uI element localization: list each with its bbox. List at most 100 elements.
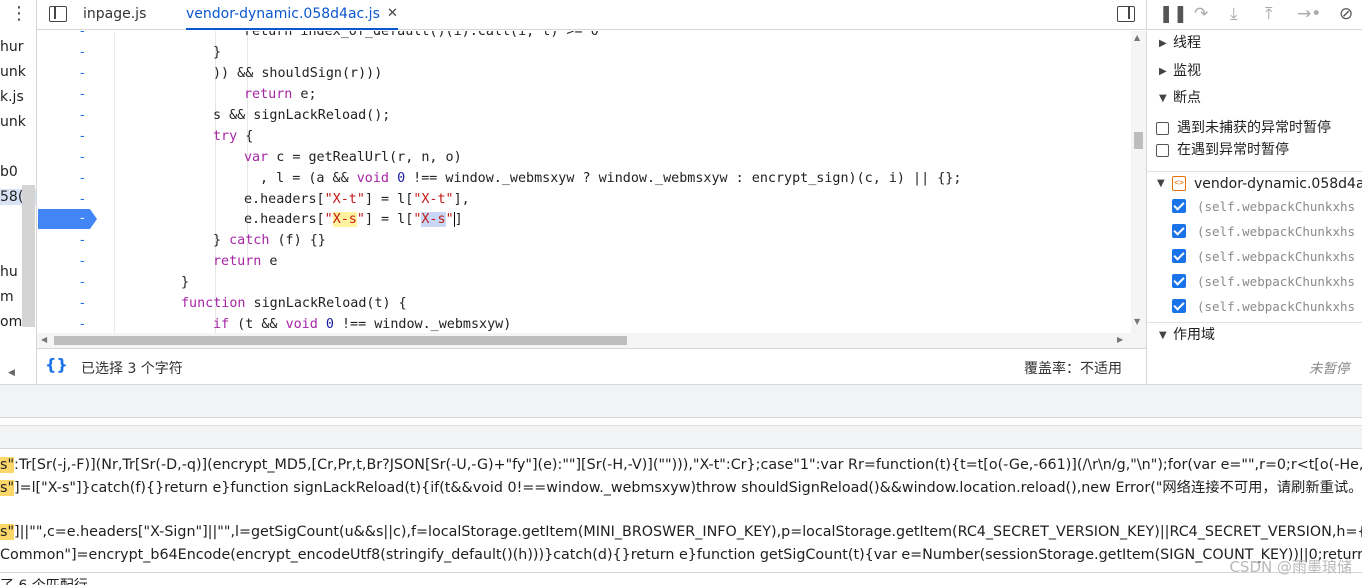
pause-caught-option[interactable]: 在遇到异常时暂停	[1147, 139, 1362, 161]
collapse-icon: ▼	[1157, 178, 1165, 189]
file-item[interactable]: hu	[0, 264, 18, 280]
pause-resume-icon[interactable]: ❚❚	[1159, 3, 1188, 25]
line-marker[interactable]: -	[80, 105, 85, 126]
file-item[interactable]: unk	[0, 114, 26, 130]
search-result-line[interactable]: s"]=l["X-s"]}catch(f){}return e}function…	[0, 477, 1362, 499]
code-line-breakpoint: e.headers["X-s"] = l["X-s"]	[244, 212, 463, 227]
breakpoint-entry[interactable]: (self.webpackChunkxhs	[1147, 219, 1362, 244]
editor-vertical-scrollbar[interactable]: ▲ ▼	[1131, 31, 1146, 333]
code-line: var c = getRealUrl(r, n, o)	[244, 150, 462, 165]
checked-checkbox[interactable]	[1172, 199, 1186, 213]
editor-tab-bar: inpage.js vendor-dynamic.058d4ac.js ✕	[37, 0, 1146, 30]
search-result-line[interactable]: s":Tr[Sr(-j,-F)](Nr,Tr[Sr(-D,-q)](encryp…	[0, 454, 1362, 476]
scroll-left-arrow-icon[interactable]: ◀	[8, 368, 15, 378]
pretty-print-icon[interactable]: {}	[45, 355, 68, 374]
deactivate-breakpoints-icon[interactable]: ⊘	[1339, 3, 1353, 25]
line-marker[interactable]: -	[80, 314, 85, 333]
scroll-thumb[interactable]	[54, 336, 627, 345]
code-line: return e;	[244, 87, 317, 102]
tab-vendor-dynamic[interactable]: vendor-dynamic.058d4ac.js ✕	[186, 0, 398, 30]
line-marker[interactable]: -	[80, 230, 85, 251]
line-marker[interactable]: -	[80, 147, 85, 168]
step-out-icon[interactable]: ⤒	[1265, 3, 1273, 25]
file-item[interactable]: k.js	[0, 89, 24, 105]
code-line: )) && shouldSign(r)))	[213, 66, 383, 81]
code-line: s && signLackReload();	[213, 108, 391, 123]
step-icon[interactable]: →•	[1297, 3, 1321, 25]
close-icon[interactable]: ✕	[387, 0, 398, 28]
line-marker[interactable]: -	[80, 63, 85, 84]
breakpoint-entry[interactable]: (self.webpackChunkxhs	[1147, 194, 1362, 219]
section-threads[interactable]: ▶ 线程	[1147, 31, 1362, 56]
file-item[interactable]: hur	[0, 39, 24, 55]
checked-checkbox[interactable]	[1172, 224, 1186, 238]
editor-horizontal-scrollbar[interactable]: ◀ ▶	[37, 333, 1146, 348]
section-watch[interactable]: ▶ 监视	[1147, 59, 1362, 84]
file-item[interactable]: om	[0, 314, 22, 330]
search-toolbar	[0, 425, 1362, 449]
tab-label: vendor-dynamic.058d4ac.js	[186, 6, 380, 22]
scroll-down-icon[interactable]: ▼	[1134, 317, 1140, 326]
pause-uncaught-option[interactable]: 遇到未捕获的异常时暂停	[1147, 117, 1362, 139]
search-result-line[interactable]: s"]||"",c=e.headers["X-Sign"]||"",l=getS…	[0, 521, 1362, 543]
search-summary: 了 6 个匹配行	[0, 572, 1362, 585]
checkbox[interactable]	[1156, 122, 1169, 135]
file-item[interactable]: m	[0, 289, 14, 305]
navigator-scrollbar[interactable]	[22, 185, 35, 327]
step-over-icon[interactable]: ↷	[1194, 3, 1208, 25]
line-marker[interactable]: -	[80, 168, 85, 189]
code-line: try {	[213, 129, 254, 144]
js-file-icon: <>	[1172, 176, 1186, 191]
step-into-icon[interactable]: ⤓	[1230, 3, 1238, 25]
expand-icon: ▶	[1159, 66, 1167, 77]
code-line: if (t && void 0 !== window._webmsxyw)	[213, 317, 512, 332]
drawer-divider	[0, 417, 1362, 425]
kebab-menu-icon[interactable]: ⋮	[10, 5, 28, 23]
code-line: e.headers["X-t"] = l["X-t"],	[244, 192, 470, 207]
debugger-sidebar: ▶ 线程 ▶ 监视 ▼ 断点 遇到未捕获的异常时暂停 在遇到异常时暂停 ▼ <>…	[1146, 31, 1362, 384]
search-results-panel: s":Tr[Sr(-j,-F)](Nr,Tr[Sr(-D,-q)](encryp…	[0, 450, 1362, 572]
checkbox[interactable]	[1156, 144, 1169, 157]
coverage-info[interactable]: 覆盖率：不适用	[1024, 358, 1122, 378]
line-gutter[interactable]: - - - - - - - - - - - - - - -	[37, 31, 107, 333]
checked-checkbox[interactable]	[1172, 299, 1186, 313]
line-marker[interactable]: -	[80, 272, 85, 293]
code-editor[interactable]: - - - - - - - - - - - - - - - return ind…	[37, 31, 1146, 333]
checked-checkbox[interactable]	[1172, 274, 1186, 288]
breakpoint-file-group[interactable]: ▼ <> vendor-dynamic.058d4ac.js	[1147, 171, 1362, 195]
line-marker[interactable]: -	[80, 293, 85, 314]
drawer-toolbar	[0, 384, 1362, 417]
section-breakpoints[interactable]: ▼ 断点	[1147, 86, 1362, 111]
file-item[interactable]: unk	[0, 64, 26, 80]
line-marker[interactable]: -	[80, 126, 85, 147]
line-marker[interactable]: -	[80, 42, 85, 63]
breakpoint-entry[interactable]: (self.webpackChunkxhs	[1147, 294, 1362, 319]
toggle-navigator-icon[interactable]	[49, 6, 67, 22]
scroll-right-icon[interactable]: ▶	[1117, 335, 1123, 344]
code-line: return e	[213, 254, 278, 269]
editor-status-bar: {} 已选择 3 个字符 覆盖率：不适用	[37, 348, 1146, 384]
collapse-icon: ▼	[1159, 330, 1167, 341]
scroll-thumb[interactable]	[1134, 132, 1143, 149]
code-line: }	[181, 275, 190, 290]
expand-icon: ▶	[1159, 38, 1167, 49]
active-breakpoint-marker[interactable]: -	[38, 209, 97, 229]
line-marker[interactable]: -	[80, 31, 85, 42]
watermark: CSDN @雨墨琅储	[1229, 558, 1352, 576]
fold-column	[114, 31, 115, 333]
tab-inpage[interactable]: inpage.js	[83, 0, 146, 30]
scroll-left-icon[interactable]: ◀	[41, 335, 47, 344]
code-line: function signLackReload(t) {	[181, 296, 407, 311]
line-marker[interactable]: -	[80, 84, 85, 105]
checked-checkbox[interactable]	[1172, 249, 1186, 263]
code-line: } catch (f) {}	[213, 233, 326, 248]
line-marker[interactable]: -	[80, 251, 85, 272]
toggle-debugger-icon[interactable]	[1117, 6, 1135, 22]
section-scope[interactable]: ▼ 作用域	[1147, 322, 1362, 347]
breakpoint-entry[interactable]: (self.webpackChunkxhs	[1147, 244, 1362, 269]
breakpoint-entry[interactable]: (self.webpackChunkxhs	[1147, 269, 1362, 294]
file-item[interactable]: b0	[0, 164, 18, 180]
scroll-up-icon[interactable]: ▲	[1134, 33, 1140, 42]
search-result-line[interactable]: Common"]=encrypt_b64Encode(encrypt_encod…	[0, 544, 1362, 566]
line-marker[interactable]: -	[80, 189, 85, 210]
